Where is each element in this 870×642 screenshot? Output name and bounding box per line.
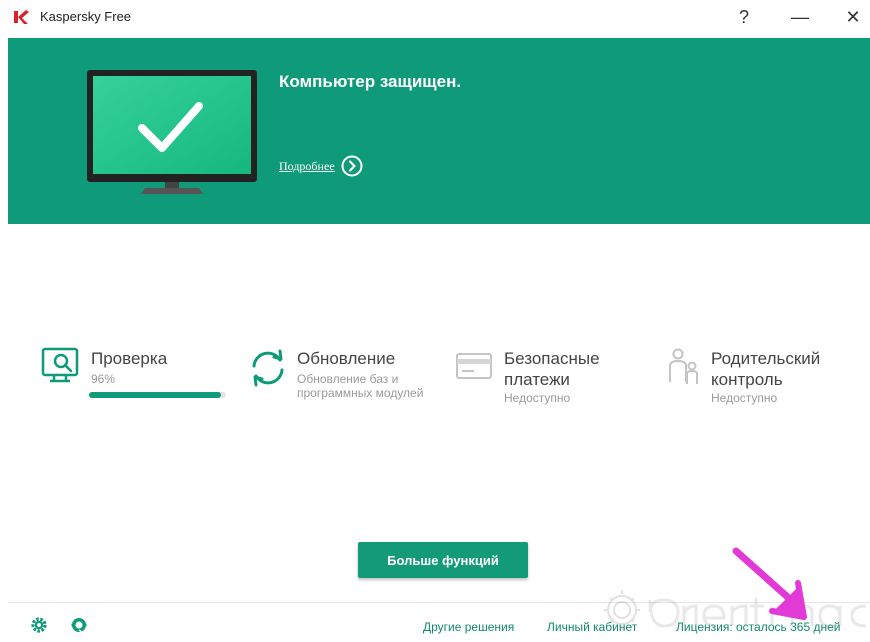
title-bar: Kaspersky Free ? — ✕	[0, 0, 870, 36]
details-link-group[interactable]: Подробнее	[279, 155, 363, 177]
update-icon	[252, 349, 284, 387]
family-icon	[669, 348, 698, 384]
annotation-arrow-icon	[732, 547, 807, 620]
protection-status-title: Компьютер защищен.	[279, 72, 462, 91]
monitor-check-icon	[87, 70, 257, 194]
parental-control-status: Недоступно	[711, 391, 778, 405]
kaspersky-logo-icon	[14, 10, 29, 24]
support-icon[interactable]	[70, 616, 88, 634]
details-link[interactable]: Подробнее	[279, 159, 335, 174]
update-subtitle: Обновление баз и программных модулей	[297, 372, 424, 400]
card-icon	[456, 353, 492, 379]
window-title: Kaspersky Free	[40, 9, 132, 24]
close-button[interactable]: ✕	[838, 4, 868, 30]
scan-progress-text: 96%	[91, 372, 116, 386]
chevron-right-circle-icon[interactable]	[341, 155, 363, 177]
help-button[interactable]: ?	[729, 4, 759, 30]
status-banner: Компьютер защищен. Подробнее	[8, 38, 870, 224]
scan-progress-fill	[89, 392, 221, 398]
update-title: Обновление	[297, 349, 396, 368]
gear-icon[interactable]	[30, 616, 48, 634]
scan-title: Проверка	[91, 349, 168, 368]
other-solutions-link[interactable]: Другие решения	[423, 620, 514, 634]
scan-progress-bar	[89, 392, 226, 398]
safe-payments-title: Безопасные платежи	[504, 349, 600, 389]
parental-control-title: Родительский контроль	[711, 349, 821, 389]
scan-monitor-icon	[41, 347, 79, 383]
more-features-button[interactable]: Больше функций	[358, 542, 528, 578]
minimize-button[interactable]: —	[785, 4, 815, 30]
safe-payments-status: Недоступно	[504, 391, 571, 405]
